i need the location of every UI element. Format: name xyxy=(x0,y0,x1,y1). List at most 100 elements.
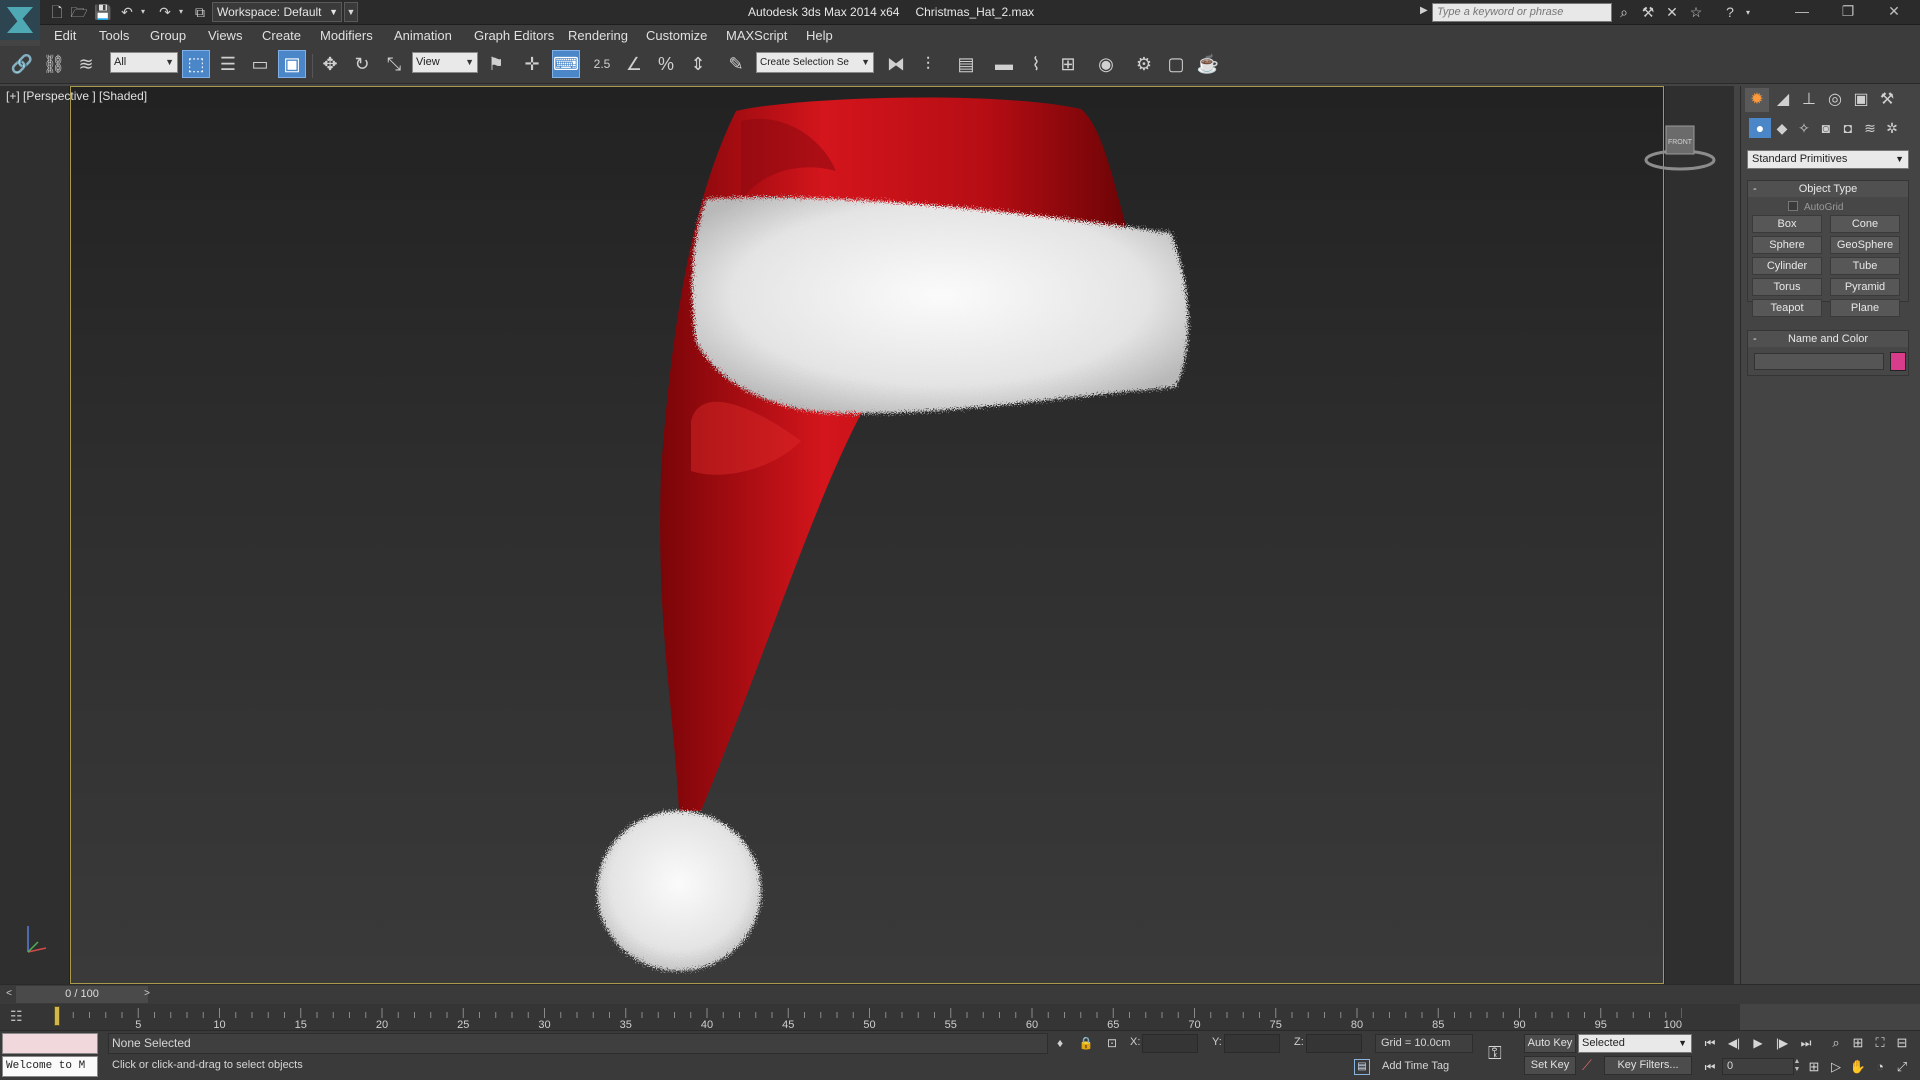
project-folder-icon[interactable]: ⧉ xyxy=(191,3,209,21)
selection-filter-dropdown[interactable]: All ▼ xyxy=(110,52,178,73)
object-name-input[interactable] xyxy=(1754,353,1884,370)
align-icon[interactable]: ⫶ xyxy=(914,50,942,78)
perspective-viewport[interactable] xyxy=(70,86,1664,984)
redo-dropdown-icon[interactable]: ▾ xyxy=(172,3,190,21)
time-slider[interactable]: < 0 / 100 > xyxy=(0,984,1920,1004)
binoculars-icon[interactable]: ⌕ xyxy=(1614,3,1634,22)
select-and-move-icon[interactable]: ✥ xyxy=(316,50,344,78)
menu-group[interactable]: Group xyxy=(150,28,186,43)
tube-button[interactable]: Tube xyxy=(1830,257,1900,275)
app-menu-button[interactable] xyxy=(0,0,40,40)
add-time-tag-button[interactable]: Add Time Tag xyxy=(1382,1060,1449,1072)
track-playhead[interactable] xyxy=(54,1006,60,1026)
systems-category-icon[interactable]: ✲ xyxy=(1881,118,1903,138)
zoom-extents-all-icon[interactable]: ⊟ xyxy=(1892,1033,1912,1053)
maxscript-mini-listener-top[interactable] xyxy=(2,1033,98,1054)
viewcube-icon[interactable]: FRONT xyxy=(1644,118,1716,174)
go-to-end-icon[interactable]: ⏭ xyxy=(1796,1033,1816,1053)
render-production-icon[interactable]: ☕ xyxy=(1194,50,1222,78)
menu-create[interactable]: Create xyxy=(262,28,301,43)
time-tag-icon[interactable]: ▤ xyxy=(1354,1059,1370,1075)
time-slider-prev-button[interactable]: < xyxy=(2,987,16,1001)
auto-key-button[interactable]: Auto Key xyxy=(1524,1034,1576,1053)
pivot-center-icon[interactable]: ⚑ xyxy=(482,50,510,78)
primitive-type-dropdown[interactable]: Standard Primitives ▼ xyxy=(1747,150,1909,169)
go-to-start-icon[interactable]: ⏮ xyxy=(1700,1033,1720,1053)
render-setup-icon[interactable]: ⚙ xyxy=(1130,50,1158,78)
hierarchy-tab-icon[interactable]: ⊥ xyxy=(1797,88,1821,112)
torus-button[interactable]: Torus xyxy=(1752,278,1822,296)
mini-curve-editor-icon[interactable]: ☷ xyxy=(10,1008,34,1026)
reference-coordinate-dropdown[interactable]: View ▼ xyxy=(412,52,478,73)
selection-lock-icon[interactable]: 🔒 xyxy=(1078,1035,1094,1051)
mirror-icon[interactable]: ⧓ xyxy=(882,50,910,78)
name-and-color-rollout-header[interactable]: - Name and Color xyxy=(1748,331,1908,347)
zoom-all-icon[interactable]: ⊞ xyxy=(1848,1033,1868,1053)
next-frame-icon[interactable]: |▶ xyxy=(1772,1033,1792,1053)
motion-tab-icon[interactable]: ◎ xyxy=(1823,88,1847,112)
display-tab-icon[interactable]: ▣ xyxy=(1849,88,1873,112)
named-selection-set-dropdown[interactable]: Create Selection Se ▼ xyxy=(756,52,874,73)
time-configuration-icon[interactable]: ⊞ xyxy=(1804,1057,1824,1077)
x-coordinate-field[interactable] xyxy=(1142,1034,1198,1053)
bind-space-warp-icon[interactable]: ≋ xyxy=(72,50,100,78)
undo-dropdown-icon[interactable]: ▾ xyxy=(134,3,152,21)
menu-rendering[interactable]: Rendering xyxy=(568,28,628,43)
maxscript-mini-listener-bottom[interactable]: Welcome to M xyxy=(2,1056,98,1077)
angle-snap-icon[interactable]: ∠ xyxy=(620,50,648,78)
menu-help[interactable]: Help xyxy=(806,28,833,43)
plane-button[interactable]: Plane xyxy=(1830,299,1900,317)
menu-views[interactable]: Views xyxy=(208,28,242,43)
key-mode-toggle-icon[interactable]: ⏮ xyxy=(1700,1057,1720,1077)
helpers-category-icon[interactable]: ◘ xyxy=(1837,118,1859,138)
time-slider-next-button[interactable]: > xyxy=(140,987,154,1001)
sphere-button[interactable]: Sphere xyxy=(1752,236,1822,254)
orbit-icon[interactable]: ◔ xyxy=(1870,1057,1890,1077)
geometry-category-icon[interactable]: ● xyxy=(1749,118,1771,138)
close-button[interactable]: ✕ xyxy=(1874,0,1914,24)
save-file-icon[interactable]: 💾 xyxy=(94,3,112,21)
schematic-view-icon[interactable]: ⊞ xyxy=(1054,50,1082,78)
zoom-extents-icon[interactable]: ⛶ xyxy=(1870,1033,1890,1053)
open-file-icon[interactable]: 🗁 xyxy=(70,3,88,21)
menu-customize[interactable]: Customize xyxy=(646,28,707,43)
object-type-rollout-header[interactable]: - Object Type xyxy=(1748,181,1908,197)
menu-edit[interactable]: Edit xyxy=(54,28,76,43)
cameras-category-icon[interactable]: ◙ xyxy=(1815,118,1837,138)
menu-tools[interactable]: Tools xyxy=(99,28,129,43)
space-warps-category-icon[interactable]: ≋ xyxy=(1859,118,1881,138)
set-key-button[interactable]: Set Key xyxy=(1524,1056,1576,1075)
viewport-label[interactable]: [+] [Perspective ] [Shaded] xyxy=(6,89,147,103)
select-by-name-icon[interactable]: ☰ xyxy=(214,50,242,78)
menu-modifiers[interactable]: Modifiers xyxy=(320,28,373,43)
play-icon[interactable]: ▶ xyxy=(1748,1033,1768,1053)
menu-graph-editors[interactable]: Graph Editors xyxy=(474,28,554,43)
key-icon[interactable]: ⚿ xyxy=(1488,1043,1518,1063)
edit-named-selection-icon[interactable]: ✎ xyxy=(722,50,750,78)
communication-icon[interactable]: ✕ xyxy=(1662,3,1682,22)
graphite-ribbon-icon[interactable]: ▬ xyxy=(990,50,1018,78)
previous-frame-icon[interactable]: ◀| xyxy=(1724,1033,1744,1053)
help-dropdown-icon[interactable]: ▾ xyxy=(1738,3,1758,22)
layer-manager-icon[interactable]: ▤ xyxy=(952,50,980,78)
minimize-button[interactable]: — xyxy=(1782,0,1822,24)
snaps-toggle-icon[interactable]: 2.5 xyxy=(588,50,616,78)
window-crossing-icon[interactable]: ▣ xyxy=(278,50,306,78)
frame-spinner-icon[interactable]: ▲ ▼ xyxy=(1792,1058,1802,1075)
cylinder-button[interactable]: Cylinder xyxy=(1752,257,1822,275)
key-filters-button[interactable]: Key Filters... xyxy=(1604,1056,1692,1075)
link-icon[interactable]: 🔗 xyxy=(8,50,36,78)
utilities-tab-icon[interactable]: ⚒ xyxy=(1875,88,1899,112)
select-and-rotate-icon[interactable]: ↻ xyxy=(348,50,376,78)
absolute-mode-transform-icon[interactable]: ⊡ xyxy=(1104,1035,1120,1051)
y-coordinate-field[interactable] xyxy=(1224,1034,1280,1053)
percent-snap-icon[interactable]: % xyxy=(652,50,680,78)
maximize-viewport-icon[interactable]: ⤢ xyxy=(1892,1057,1912,1077)
material-editor-icon[interactable]: ◉ xyxy=(1092,50,1120,78)
field-of-view-icon[interactable]: ▷ xyxy=(1826,1057,1846,1077)
object-color-swatch[interactable] xyxy=(1890,352,1906,371)
rectangular-selection-icon[interactable]: ▭ xyxy=(246,50,274,78)
help-icon[interactable]: ? xyxy=(1720,3,1740,22)
spinner-snap-icon[interactable]: ⇕ xyxy=(684,50,712,78)
rendered-frame-window-icon[interactable]: ▢ xyxy=(1162,50,1190,78)
